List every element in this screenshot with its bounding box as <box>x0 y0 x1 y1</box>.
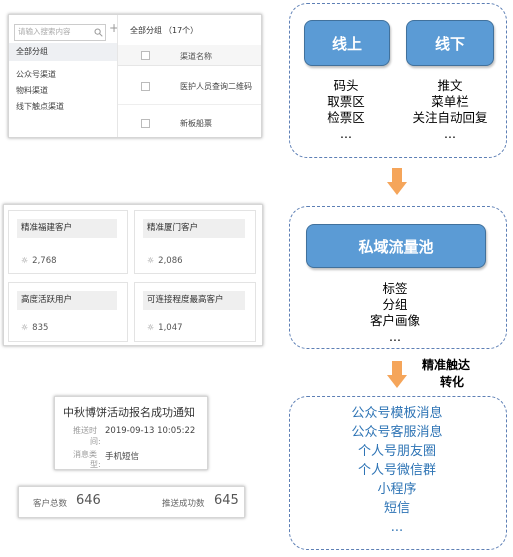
segment-card[interactable]: 可连接程度最高客户 ☼ 1,047 <box>134 282 256 342</box>
online-item: ... <box>340 126 352 141</box>
channel-item: 公众号模板消息 <box>351 406 443 421</box>
group-item[interactable]: 物料渠道 <box>16 85 48 96</box>
offline-button: 线下 <box>406 20 494 66</box>
segment-card[interactable]: 高度活跃用户 ☼ 835 <box>8 282 128 342</box>
traffic-pool-title: 私域流量池 <box>358 237 434 256</box>
channel-item: 小程序 <box>377 482 417 497</box>
down-arrow-icon <box>387 361 407 388</box>
pool-item: ... <box>389 329 401 344</box>
row-checkbox[interactable] <box>141 119 150 128</box>
channel-list-screenshot: 请输入搜索内容 + 全部分组 公众号渠道 物料渠道 线下触点渠道 全部分组 （1… <box>8 14 262 138</box>
group-all-item[interactable]: 全部分组 <box>9 43 117 61</box>
group-item[interactable]: 线下触点渠道 <box>16 101 64 112</box>
segment-card-value: ☼ 2,086 <box>147 256 183 266</box>
push-time-value: 2019-09-13 10:05:22 <box>105 426 196 436</box>
total-customers-label: 客户总数 <box>33 499 68 509</box>
row-checkbox[interactable] <box>141 82 150 91</box>
pool-items: 标签 分组 客户画像 ... <box>340 281 450 345</box>
search-placeholder: 请输入搜索内容 <box>18 27 71 36</box>
push-time-label-2: 间: <box>90 437 101 446</box>
online-item: 码头 <box>333 78 359 93</box>
offline-item: 菜单栏 <box>431 94 469 109</box>
offline-item: ... <box>444 126 456 141</box>
segment-card-title: 精准厦门客户 <box>143 219 245 238</box>
total-customers-value: 646 <box>76 493 101 508</box>
row-channel-name[interactable]: 医护人员查询二维码 <box>180 81 252 92</box>
channel-item: 公众号客服消息 <box>351 425 443 440</box>
segment-card-value: ☼ 835 <box>21 323 49 333</box>
list-header-count: （17个） <box>164 26 199 35</box>
push-stats-screenshot: 客户总数 646 推送成功数 645 <box>18 486 245 518</box>
channel-item: ... <box>390 520 404 535</box>
people-icon: ☼ <box>147 256 155 265</box>
customer-segment-screenshot: 精准福建客户 ☼ 2,768 精准厦门客户 ☼ 2,086 高度活跃用户 ☼ 835 … <box>3 204 263 346</box>
pool-item: 分组 <box>382 297 408 312</box>
push-success-label: 推送成功数 <box>162 499 205 509</box>
segment-card[interactable]: 精准福建客户 ☼ 2,768 <box>8 210 128 274</box>
pool-item: 客户画像 <box>369 313 420 328</box>
segment-card-title: 精准福建客户 <box>17 219 117 238</box>
channel-item: 个人号微信群 <box>357 463 436 478</box>
channel-item: 短信 <box>383 501 410 516</box>
segment-card-value: ☼ 1,047 <box>147 323 183 333</box>
segment-card-title: 高度活跃用户 <box>17 291 117 310</box>
people-icon: ☼ <box>147 323 155 332</box>
offline-label: 线下 <box>434 34 465 53</box>
arrow-label-line1: 精准触达 <box>422 358 471 372</box>
search-icon[interactable] <box>94 28 103 37</box>
segment-card[interactable]: 精准厦门客户 ☼ 2,086 <box>134 210 256 274</box>
select-all-checkbox[interactable] <box>141 51 150 60</box>
push-success-value: 645 <box>214 493 239 508</box>
message-type-value: 手机短信 <box>105 452 140 462</box>
push-time-label: 推送时 <box>73 426 97 435</box>
segment-card-title: 可连接程度最高客户 <box>143 291 245 310</box>
pool-item: 标签 <box>382 281 408 296</box>
group-item[interactable]: 公众号渠道 <box>16 69 56 80</box>
offline-items: 推文 菜单栏 关注自动回复 ... <box>405 78 495 142</box>
message-type-label-2: 型: <box>90 460 101 469</box>
search-input[interactable]: 请输入搜索内容 <box>14 24 106 41</box>
row-channel-name[interactable]: 新板船票 <box>180 118 212 129</box>
notification-screenshot: 中秋博饼活动报名成功通知 推送时 间: 2019-09-13 10:05:22 … <box>54 396 208 470</box>
group-all-label: 全部分组 <box>16 47 48 56</box>
online-items: 码头 取票区 检票区 ... <box>306 78 386 142</box>
channel-item: 个人号朋友圈 <box>357 444 436 459</box>
online-label: 线上 <box>331 34 362 53</box>
people-icon: ☼ <box>21 256 29 265</box>
online-button: 线上 <box>304 20 390 66</box>
people-icon: ☼ <box>21 323 29 332</box>
column-name-header: 渠道名称 <box>180 52 212 61</box>
online-item: 检票区 <box>327 110 365 125</box>
segment-card-value: ☼ 2,768 <box>21 256 57 266</box>
notification-title: 中秋博饼活动报名成功通知 <box>63 406 195 419</box>
traffic-pool-button: 私域流量池 <box>306 224 486 268</box>
online-item: 取票区 <box>327 94 365 109</box>
offline-item: 推文 <box>437 78 463 93</box>
down-arrow-icon <box>387 168 407 195</box>
list-header-title: 全部分组 <box>130 26 162 35</box>
arrow-label-line2: 转化 <box>440 375 465 389</box>
offline-item: 关注自动回复 <box>412 110 488 125</box>
